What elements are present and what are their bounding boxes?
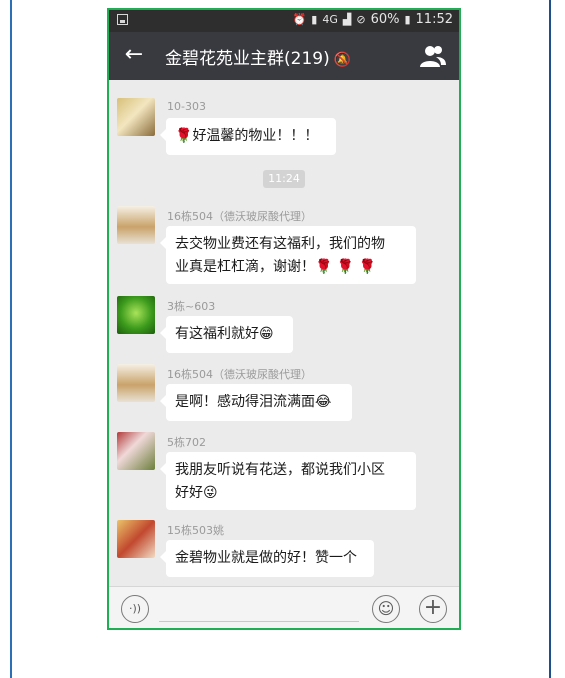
message-text: 金碧物业就是做的好！赞一个 (175, 550, 357, 566)
sender-name: 3栋~603 (167, 300, 216, 313)
message-text-line: 业真是杠杠滴，谢谢！ (175, 259, 315, 275)
sender-name: 5栋702 (167, 436, 206, 449)
back-arrow-icon[interactable]: ← (121, 41, 147, 69)
timestamp-label: 11:24 (263, 170, 305, 188)
sender-name: 16栋504（德沃玻尿酸代理） (167, 210, 312, 223)
signal-icon: ▟ (342, 13, 352, 26)
avatar[interactable] (117, 364, 155, 402)
clock: 11:52 (415, 12, 453, 27)
chat-title: 金碧花苑业主群(219) 🔕 (165, 44, 351, 69)
message-bubble[interactable]: 有这福利就好😁 (160, 316, 293, 353)
page-frame-left (10, 0, 12, 678)
avatar[interactable] (117, 296, 155, 334)
avatar[interactable] (117, 206, 155, 244)
avatar[interactable] (117, 98, 155, 136)
network-type: 4G (322, 13, 338, 26)
page-frame-right (549, 0, 551, 678)
status-bar: ⏰ ▮ 4G ▟ ⊘ 60% ▮ 11:52 (109, 10, 459, 32)
grin-emoji-icon: 😁 (259, 326, 274, 342)
battery-level: 60% (370, 12, 400, 27)
rose-emoji-icon: 🌹 (175, 128, 193, 144)
phone-screenshot: ⏰ ▮ 4G ▟ ⊘ 60% ▮ 11:52 ← 金碧花苑业主群(219) 🔕 1… (107, 8, 461, 630)
avatar[interactable] (117, 432, 155, 470)
message-bubble[interactable]: 去交物业费还有这福利，我们的物 业真是杠杠滴，谢谢！🌹 🌹 🌹 (160, 226, 416, 284)
plus-icon[interactable]: + (419, 595, 447, 623)
emoji-icon[interactable]: ☺ (372, 595, 400, 623)
group-name: 金碧花苑业主群(219) (165, 49, 330, 69)
alarm-icon: ⏰ (292, 13, 307, 26)
message-bubble[interactable]: 金碧物业就是做的好！赞一个 (160, 540, 374, 577)
image-notification-icon (117, 14, 128, 25)
battery-icon: ▮ (404, 13, 411, 26)
message-input[interactable] (159, 621, 359, 622)
chat-title-bar: ← 金碧花苑业主群(219) 🔕 (109, 32, 459, 80)
message-text-line: 我朋友听说有花送，都说我们小区 (175, 462, 385, 478)
message-text-line: 去交物业费还有这福利，我们的物 (175, 236, 385, 252)
vibrate-icon: ▮ (311, 13, 318, 26)
message-text: 是啊！感动得泪流满面 (175, 394, 315, 410)
dnd-icon: ⊘ (356, 13, 366, 26)
message-text: 好温馨的物业！！！ (192, 128, 319, 144)
sender-name: 10-303 (167, 100, 206, 113)
message-bubble[interactable]: 🌹好温馨的物业！！！ (160, 118, 336, 155)
tears-joy-emoji-icon: 😂 (315, 394, 332, 410)
message-text-line: 好好 (175, 485, 203, 501)
message-bubble[interactable]: 我朋友听说有花送，都说我们小区 好好😜 (160, 452, 416, 510)
voice-icon[interactable]: ·)) (121, 595, 149, 623)
message-text: 有这福利就好 (175, 326, 259, 342)
sender-name: 15栋503姚 (167, 524, 224, 537)
rose-emoji-icon: 🌹 🌹 🌹 (315, 259, 377, 275)
group-members-icon[interactable] (419, 43, 447, 69)
tongue-emoji-icon: 😜 (203, 485, 218, 501)
avatar[interactable] (117, 520, 155, 558)
mute-icon: 🔕 (333, 52, 352, 68)
sender-name: 16栋504（德沃玻尿酸代理） (167, 368, 312, 381)
chat-message-list[interactable]: 10-303 🌹好温馨的物业！！！ 11:24 16栋504（德沃玻尿酸代理） … (109, 80, 459, 586)
chat-input-bar: ·)) ☺ + (109, 586, 459, 628)
message-bubble[interactable]: 是啊！感动得泪流满面😂 (160, 384, 352, 421)
